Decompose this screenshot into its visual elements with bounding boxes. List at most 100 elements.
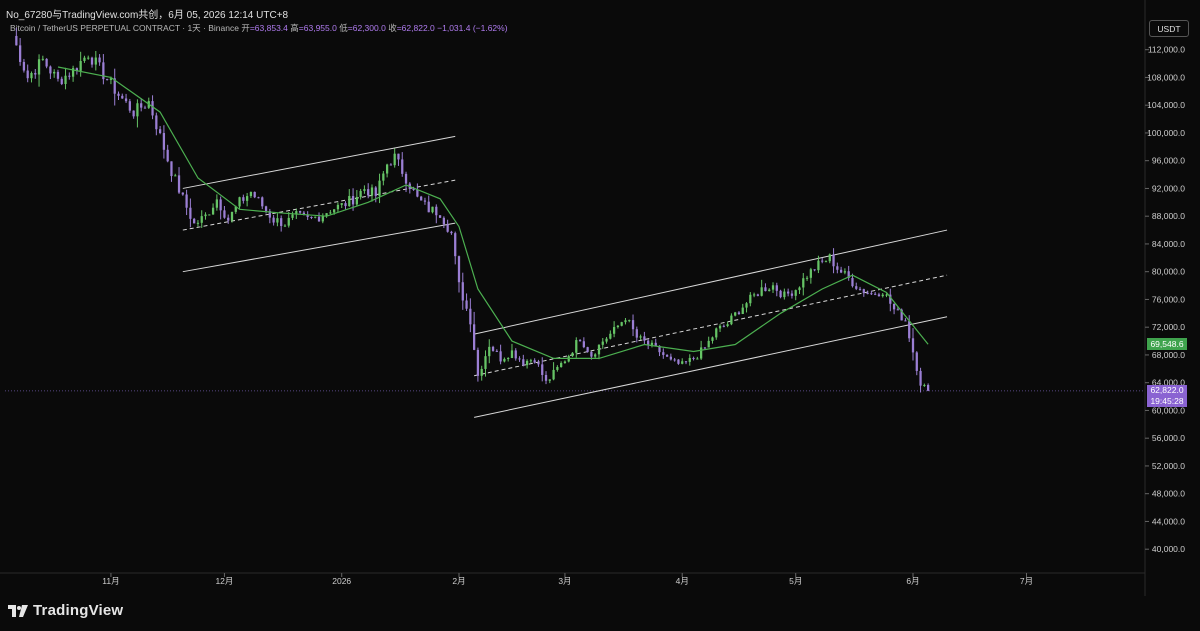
candle-body (870, 293, 873, 295)
candle-body (798, 287, 801, 291)
candle-body (484, 356, 487, 369)
candle-body (245, 196, 249, 201)
candle-body (26, 70, 29, 79)
candle-body (635, 329, 638, 338)
candle-body (420, 196, 423, 201)
candle-body (628, 320, 631, 322)
x-tick-label: 11月 (102, 576, 119, 586)
y-tick-label: 92,000.0 (1152, 183, 1185, 193)
y-tick-label: 56,000.0 (1152, 433, 1185, 443)
candle-body (151, 101, 154, 116)
candle-body (919, 370, 922, 386)
candle-body (136, 103, 139, 117)
candle-body (106, 79, 109, 81)
candle-body (620, 322, 623, 326)
channel-2-lower-line (474, 316, 948, 418)
candle-body (83, 57, 86, 61)
candle-body (643, 336, 646, 341)
candle-body (734, 312, 737, 316)
candle-body (764, 287, 767, 292)
candle-body (204, 214, 207, 217)
candle-body (68, 75, 71, 77)
candle-body (745, 303, 748, 308)
candle-body (813, 269, 816, 271)
candle-body (333, 209, 336, 213)
candle-body (98, 57, 101, 63)
candle-body (90, 57, 94, 65)
candle-body (450, 231, 453, 234)
candle-body (624, 320, 627, 323)
candle-body (669, 356, 673, 360)
x-tick-label: 6月 (906, 576, 919, 586)
footer-bar (0, 596, 1200, 631)
candle-body (374, 187, 377, 196)
candle-body (832, 254, 835, 267)
candle-body (681, 361, 684, 364)
candle-body (446, 224, 449, 232)
candle-body (438, 215, 442, 218)
candle-body (87, 57, 90, 59)
candle-body (79, 60, 82, 71)
y-tick-label: 80,000.0 (1152, 267, 1185, 277)
candle-body (741, 307, 744, 315)
candle-body (60, 78, 63, 85)
y-tick-label: 100,000.0 (1147, 128, 1185, 138)
candle-body (291, 214, 294, 218)
candle-body (597, 344, 601, 355)
candle-body (631, 320, 635, 330)
candle-body (601, 341, 604, 345)
candle-body (802, 278, 805, 288)
x-tick-label: 3月 (558, 576, 571, 586)
candle-body (363, 189, 366, 191)
candle-body (280, 218, 283, 226)
candle-body (590, 351, 593, 357)
candle-body (824, 261, 828, 263)
candle-body (177, 175, 181, 193)
candle-body (881, 294, 884, 297)
candle-body (896, 309, 900, 311)
candle-body (904, 320, 907, 322)
candle-body (533, 360, 536, 363)
candle-body (162, 133, 166, 150)
candle-body (351, 196, 355, 205)
candle-body (836, 266, 839, 270)
candle-body (166, 149, 169, 162)
y-tick-label: 104,000.0 (1147, 100, 1185, 110)
candle-body (718, 325, 722, 329)
candle-body (389, 164, 393, 166)
candle-body (495, 350, 498, 352)
candle-body (647, 340, 650, 345)
x-tick-label: 5月 (789, 576, 802, 586)
candle-body (809, 269, 812, 278)
candle-body (616, 325, 620, 328)
candle-body (124, 98, 128, 102)
candle-body (457, 256, 461, 283)
y-tick-label: 52,000.0 (1152, 461, 1185, 471)
candle-body (264, 206, 268, 212)
candle-body (926, 384, 930, 391)
currency-selector[interactable]: USDT (1149, 20, 1189, 37)
candle-body (18, 45, 22, 62)
tradingview-brand: TradingView (33, 602, 124, 619)
price-chart[interactable]: 112,000.0 108,000.0 104,000.0 100,000.0 96,0… (0, 0, 1200, 596)
candle-body (514, 350, 517, 359)
candle-body (915, 352, 918, 371)
candle-body (15, 35, 18, 46)
candle-body (397, 153, 400, 160)
channel-1-upper-line (182, 135, 456, 189)
tradingview-logo[interactable]: TradingView (8, 602, 123, 619)
candle-body (828, 254, 831, 262)
candle-body (605, 338, 608, 342)
candle-body (537, 362, 540, 365)
candle-body (510, 350, 514, 359)
candle-body (393, 153, 396, 166)
candle-body (885, 294, 888, 296)
candle-body (775, 285, 778, 291)
candle-body (117, 93, 120, 96)
candle-body (556, 367, 559, 370)
candle-body (45, 58, 48, 67)
candle-body (465, 300, 468, 309)
candle-body (571, 352, 574, 357)
candle-body (662, 352, 665, 355)
candle-body (276, 218, 279, 223)
